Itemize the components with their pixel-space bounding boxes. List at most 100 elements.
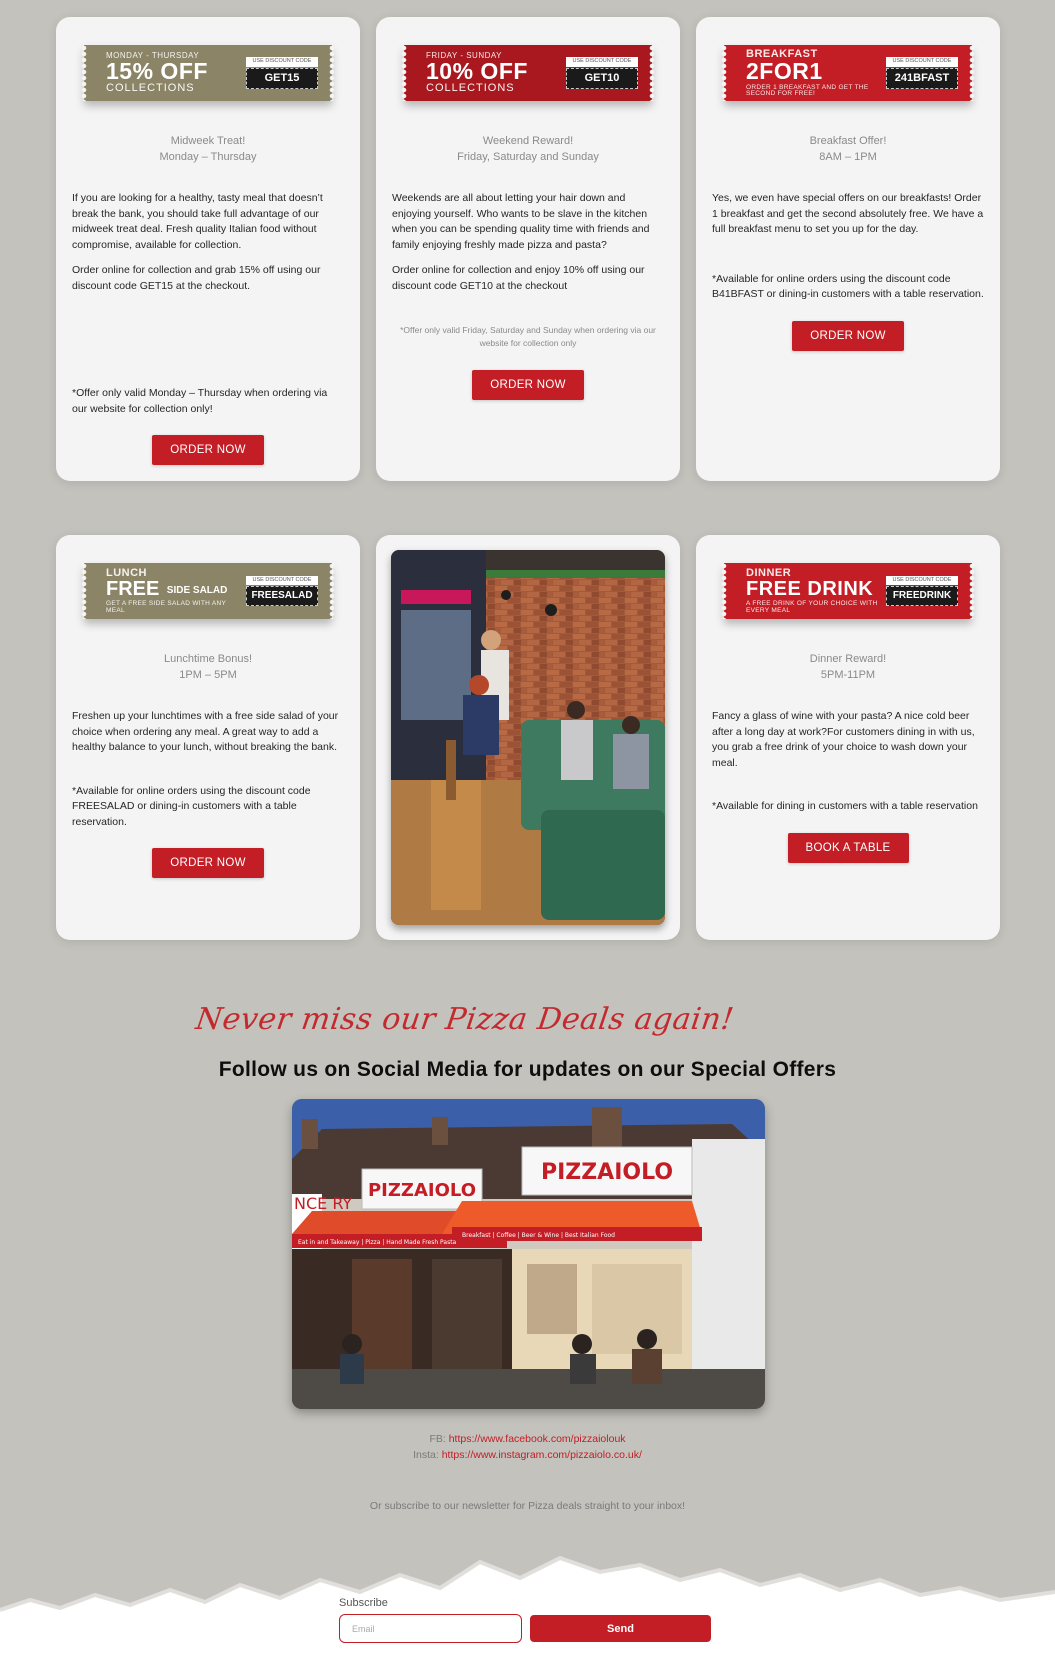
offer-card-breakfast: BREAKFAST 2FOR1 ORDER 1 BREAKFAST AND GE… (696, 17, 1000, 481)
sign-left-text: PIZZAIOLO (368, 1180, 476, 1201)
card-body: Freshen up your lunchtimes with a free s… (72, 709, 344, 766)
card-title: Midweek Treat! Monday – Thursday (72, 133, 344, 165)
coupon-big: 2FOR1 (746, 57, 823, 84)
card-body-paragraph: Fancy a glass of wine with your pasta? A… (712, 710, 975, 769)
coupon-code: GET15 (246, 67, 318, 89)
awning-left-text: Eat in and Takeaway | Pizza | Hand Made … (298, 1239, 457, 1246)
card-title-line2: Monday – Thursday (159, 151, 257, 163)
card-title-line2: 1PM – 5PM (179, 669, 237, 681)
coupon-big: 10% OFF (426, 58, 528, 84)
coupon-code-box: USE DISCOUNT CODE FREEDRINK (886, 575, 958, 607)
card-title-line2: Friday, Saturday and Sunday (457, 151, 599, 163)
fb-label: FB: (429, 1433, 446, 1445)
coupon-small: FRIDAY - SUNDAY (426, 51, 502, 60)
coupon-small: MONDAY - THURSDAY (106, 51, 200, 60)
instagram-link[interactable]: https://www.instagram.com/pizzaiolo.co.u… (442, 1449, 642, 1461)
instagram-link-row: Insta: https://www.instagram.com/pizzaio… (0, 1447, 1055, 1463)
insta-label: Insta: (413, 1449, 439, 1461)
coupon-sub: GET A FREE SIDE SALAD WITH ANY MEAL (106, 600, 227, 614)
coupon-small: DINNER (746, 567, 792, 579)
offer-card-dinner: DINNER FREE DRINK A FREE DRINK OF YOUR C… (696, 535, 1000, 940)
coupon-banner: MONDAY - THURSDAY 15% OFF COLLECTIONS US… (81, 45, 335, 101)
restaurant-photo-card (376, 535, 680, 940)
card-title: Lunchtime Bonus! 1PM – 5PM (72, 651, 344, 683)
newsletter-text: Or subscribe to our newsletter for Pizza… (369, 1500, 686, 1512)
offer-card-midweek: MONDAY - THURSDAY 15% OFF COLLECTIONS US… (56, 17, 360, 481)
coupon-code-box: USE DISCOUNT CODE GET15 (246, 57, 318, 89)
card-body-paragraph: Order online for collection and enjoy 10… (392, 264, 645, 292)
offer-card-weekend: FRIDAY - SUNDAY 10% OFF COLLECTIONS USE … (376, 17, 680, 481)
card-title-line1: Breakfast Offer! (809, 135, 887, 147)
coupon-side: SIDE SALAD (166, 585, 228, 597)
coupon-code-label: USE DISCOUNT CODE (566, 57, 638, 67)
awning-right-text: Breakfast | Coffee | Beer & Wine | Best … (462, 1232, 615, 1239)
coupon-code-box: USE DISCOUNT CODE FREESALAD (246, 575, 318, 607)
coupon-sub: ORDER 1 BREAKFAST AND GET THE SECOND FOR… (746, 83, 869, 97)
card-body: Yes, we even have special offers on our … (712, 191, 984, 248)
card-note: *Available for online orders using the d… (72, 784, 311, 828)
facebook-link-row: FB: https://www.facebook.com/pizzaiolouk (0, 1431, 1055, 1447)
coupon-code-label: USE DISCOUNT CODE (886, 575, 958, 586)
social-links: FB: https://www.facebook.com/pizzaiolouk… (0, 1431, 1055, 1463)
coupon-banner: FRIDAY - SUNDAY 10% OFF COLLECTIONS USE … (401, 45, 655, 101)
coupon-code-label: USE DISCOUNT CODE (246, 575, 318, 586)
coupon-sub: A FREE DRINK OF YOUR CHOICE WITH EVERY M… (746, 600, 878, 614)
coupon-code: GET10 (566, 67, 638, 89)
card-body-paragraph: Weekends are all about letting your hair… (392, 192, 650, 251)
coupon-code-box: USE DISCOUNT CODE GET10 (566, 57, 638, 89)
facebook-link[interactable]: https://www.facebook.com/pizzaiolouk (449, 1433, 626, 1445)
card-body: If you are looking for a healthy, tasty … (72, 191, 344, 304)
torn-paper-edge (0, 1555, 1055, 1657)
order-now-button[interactable]: ORDER NOW (472, 370, 584, 400)
book-table-button[interactable]: BOOK A TABLE (787, 832, 909, 863)
card-title: Weekend Reward! Friday, Saturday and Sun… (392, 133, 664, 165)
offers-grid: MONDAY - THURSDAY 15% OFF COLLECTIONS US… (56, 17, 1001, 940)
coupon-big: FREE (106, 578, 160, 600)
social-heading: Follow us on Social Media for updates on… (218, 1058, 837, 1081)
card-title: Dinner Reward! 5PM-11PM (712, 651, 984, 683)
send-button[interactable]: Send (530, 1615, 711, 1642)
card-title-line1: Dinner Reward! (809, 653, 887, 665)
coupon-sub: COLLECTIONS (106, 82, 195, 94)
card-body: Fancy a glass of wine with your pasta? A… (712, 709, 984, 781)
storefront-photo: NCE RY PIZZAIOLO PIZZAIOLO Eat in and Ta… (292, 1099, 765, 1409)
coupon-small: BREAKFAST (746, 47, 818, 60)
card-title-line1: Weekend Reward! (482, 135, 574, 147)
coupon-sub: COLLECTIONS (426, 82, 515, 94)
card-body-paragraph: If you are looking for a healthy, tasty … (72, 192, 323, 251)
coupon-code: 241BFAST (886, 67, 958, 89)
card-body-paragraph: Freshen up your lunchtimes with a free s… (72, 710, 339, 753)
coupon-code-label: USE DISCOUNT CODE (886, 57, 958, 67)
restaurant-interior-photo (391, 550, 665, 925)
card-title: Breakfast Offer! 8AM – 1PM (712, 133, 984, 165)
card-body-paragraph: Order online for collection and grab 15%… (72, 264, 321, 292)
card-note: *Offer only valid Monday – Thursday when… (72, 387, 328, 415)
card-title-line2: 5PM-11PM (820, 669, 876, 681)
coupon-big: 15% OFF (106, 58, 208, 84)
coupon-code: FREEDRINK (886, 586, 958, 607)
coupon-code-box: USE DISCOUNT CODE 241BFAST (886, 57, 958, 89)
coupon-big: FREE DRINK (746, 578, 874, 600)
coupon-code: FREESALAD (246, 586, 318, 607)
coupon-banner: BREAKFAST 2FOR1 ORDER 1 BREAKFAST AND GE… (721, 45, 975, 101)
offer-card-lunch: LUNCH FREE SIDE SALAD GET A FREE SIDE SA… (56, 535, 360, 940)
card-title-line2: 8AM – 1PM (819, 151, 877, 163)
subscribe-label: Subscribe (339, 1597, 388, 1609)
coupon-small: LUNCH (106, 567, 147, 579)
coupon-banner: LUNCH FREE SIDE SALAD GET A FREE SIDE SA… (81, 563, 335, 619)
side-sign-text: NCE RY (294, 1194, 352, 1213)
card-title-line1: Lunchtime Bonus! (163, 653, 253, 665)
order-now-button[interactable]: ORDER NOW (152, 848, 264, 878)
sign-right-text: PIZZAIOLO (541, 1160, 673, 1185)
coupon-code-label: USE DISCOUNT CODE (246, 57, 318, 67)
card-title-line1: Midweek Treat! (170, 135, 246, 147)
card-note: *Available for online orders using the d… (712, 272, 984, 301)
card-note: *Offer only valid Friday, Saturday and S… (400, 325, 656, 348)
order-now-button[interactable]: ORDER NOW (152, 435, 264, 465)
card-body-paragraph: Yes, we even have special offers on our … (712, 192, 984, 235)
email-field[interactable] (339, 1614, 522, 1643)
coupon-banner: DINNER FREE DRINK A FREE DRINK OF YOUR C… (721, 563, 975, 619)
card-body: Weekends are all about letting your hair… (392, 191, 664, 304)
order-now-button[interactable]: ORDER NOW (792, 320, 904, 351)
script-heading: Never miss our Pizza Deals again! (193, 1002, 737, 1037)
